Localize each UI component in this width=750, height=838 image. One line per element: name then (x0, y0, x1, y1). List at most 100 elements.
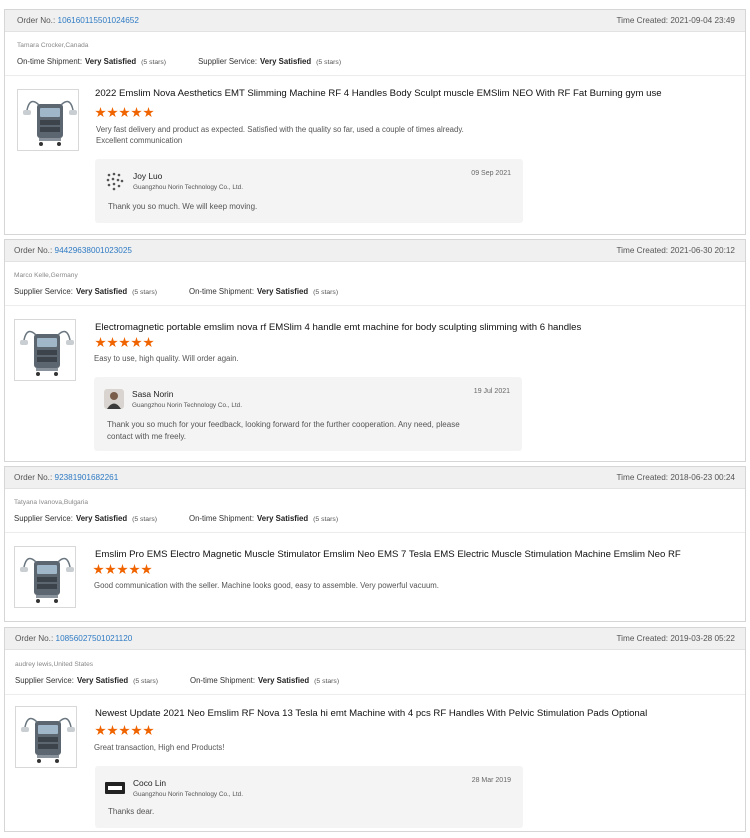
order-number-link[interactable]: 10856027501021120 (56, 634, 133, 643)
star-icon (119, 107, 130, 118)
dotted-avatar-icon (105, 171, 125, 191)
buyer-name: Tatyana Ivanova,Bulgaria (14, 499, 89, 506)
buyer-name: Tamara Crocker,Canada (17, 42, 89, 49)
star-icon (143, 107, 154, 118)
star-icon (143, 337, 154, 348)
reply-text-line: Thank you so much for your feedback, loo… (107, 420, 460, 429)
seller-reply: Joy Luo Guangzhou Norin Technology Co., … (95, 159, 523, 223)
review-card: Order No.: 106160115501024652 Time Creat… (4, 9, 746, 235)
time-created-value: 2021-09-04 23:49 (670, 16, 735, 25)
machine-thumbnail-icon[interactable] (14, 546, 76, 608)
order-label: Order No.: (17, 16, 56, 25)
rating-stars-text: (5 stars) (314, 678, 340, 685)
rating-label: Supplier Service: (15, 676, 74, 685)
rating-stars-text: (5 stars) (313, 516, 339, 523)
rating-stars-text: (5 stars) (316, 59, 342, 66)
rating-value: Very Satisfied (260, 57, 312, 66)
review-text-line: Easy to use, high quality. Will order ag… (94, 354, 239, 363)
review-text-line: Excellent communication (96, 136, 183, 145)
star-icon (141, 564, 152, 575)
machine-thumbnail-icon[interactable] (17, 89, 79, 151)
time-created-value: 2019-03-28 05:22 (670, 634, 735, 643)
logo-avatar-icon (105, 778, 125, 798)
reply-author-name: Sasa Norin (132, 389, 174, 399)
reply-date: 09 Sep 2021 (471, 170, 511, 177)
reply-author-name: Joy Luo (133, 171, 163, 181)
seller-reply: Coco Lin Guangzhou Norin Technology Co.,… (95, 766, 523, 828)
reply-date: 19 Jul 2021 (473, 388, 510, 395)
star-icon (129, 564, 140, 575)
star-icon (117, 564, 128, 575)
rating-label: On-time Shipment: (189, 287, 255, 296)
rating-stars-text: (5 stars) (133, 678, 159, 685)
review-header: Order No.: 106160115501024652 Time Creat… (5, 10, 745, 32)
machine-thumbnail-icon[interactable] (15, 706, 77, 768)
review-text: Very fast delivery and product as expect… (96, 124, 464, 146)
star-icon (131, 337, 142, 348)
order-number: Order No.: 92381901682261 (14, 473, 118, 482)
product-title[interactable]: Emslim Pro EMS Electro Magnetic Muscle S… (95, 549, 681, 560)
reply-text-line: contact with me freely. (107, 432, 186, 441)
star-icon (107, 337, 118, 348)
buyer-name: Marco Kelle,Germany (14, 272, 78, 279)
order-number: Order No.: 94429638001023025 (14, 246, 132, 255)
order-number: Order No.: 10856027501021120 (15, 634, 132, 643)
rating-stars-text: (5 stars) (313, 289, 339, 296)
review-card: Order No.: 94429638001023025 Time Create… (4, 239, 746, 462)
reply-text: Thank you so much. We will keep moving. (108, 201, 257, 213)
time-created-label: Time Created: (616, 246, 669, 255)
machine-thumbnail-icon[interactable] (14, 319, 76, 381)
product-title[interactable]: 2022 Emslim Nova Aesthetics EMT Slimming… (95, 88, 662, 99)
review-text-line: Very fast delivery and product as expect… (96, 125, 464, 134)
review-card: Order No.: 10856027501021120 Time Create… (4, 627, 746, 832)
rating-value: Very Satisfied (75, 514, 128, 523)
buyer-name: audrey lewis,United States (15, 661, 94, 668)
ratings-row: On-time Shipment: Very Satisfied (5 stars)… (17, 57, 341, 66)
review-card: Order No.: 92381901682261 Time Created: … (4, 466, 746, 622)
time-created: Time Created: 2021-06-30 20:12 (616, 246, 735, 255)
seller-reply: Sasa Norin Guangzhou Norin Technology Co… (94, 377, 522, 451)
rating-value: Very Satisfied (257, 514, 309, 523)
product-title[interactable]: Electromagnetic portable emslim nova rf … (95, 322, 581, 333)
review-text-line: Good communication with the seller. Mach… (94, 581, 439, 590)
time-created: Time Created: 2019-03-28 05:22 (616, 634, 735, 643)
order-number-link[interactable]: 92381901682261 (55, 473, 119, 482)
star-icon (93, 564, 104, 575)
time-created: Time Created: 2018-06-23 00:24 (616, 473, 735, 482)
order-number: Order No.: 106160115501024652 (17, 16, 139, 25)
time-created-label: Time Created: (616, 473, 669, 482)
order-number-link[interactable]: 106160115501024652 (58, 16, 139, 25)
ratings-row: Supplier Service: Very Satisfied (5 stars)… (15, 676, 339, 685)
reply-text-line: Thanks dear. (108, 807, 155, 816)
product-title[interactable]: Newest Update 2021 Neo Emslim RF Nova 13… (95, 708, 647, 719)
time-created-label: Time Created: (616, 16, 669, 25)
review-text: Easy to use, high quality. Will order ag… (94, 353, 239, 364)
star-icon (119, 337, 130, 348)
star-icon (119, 725, 130, 736)
star-icon (107, 107, 118, 118)
order-label: Order No.: (14, 246, 53, 255)
review-text: Great transaction, High end Products! (94, 742, 224, 753)
ratings-row: Supplier Service: Very Satisfied (5 stars)… (14, 287, 338, 296)
time-created-label: Time Created: (616, 634, 669, 643)
order-number-link[interactable]: 94429638001023025 (55, 246, 132, 255)
reply-text: Thanks dear. (108, 806, 154, 818)
rating-value: Very Satisfied (75, 287, 128, 296)
rating-value: Very Satisfied (76, 676, 129, 685)
star-rating (95, 107, 155, 119)
reply-company: Guangzhou Norin Technology Co., Ltd. (132, 402, 243, 409)
reply-company: Guangzhou Norin Technology Co., Ltd. (133, 184, 244, 191)
rating-stars-text: (5 stars) (132, 516, 158, 523)
reply-date: 28 Mar 2019 (471, 777, 511, 784)
review-header: Order No.: 10856027501021120 Time Create… (5, 628, 745, 650)
star-icon (131, 107, 142, 118)
star-icon (105, 564, 116, 575)
order-label: Order No.: (15, 634, 54, 643)
star-icon (95, 107, 106, 118)
rating-label: Supplier Service: (14, 287, 73, 296)
time-created-value: 2021-06-30 20:12 (670, 246, 735, 255)
rating-label: On-time Shipment: (190, 676, 256, 685)
star-icon (143, 725, 154, 736)
reply-text-line: Thank you so much. We will keep moving. (108, 202, 258, 211)
rating-value: Very Satisfied (257, 287, 309, 296)
